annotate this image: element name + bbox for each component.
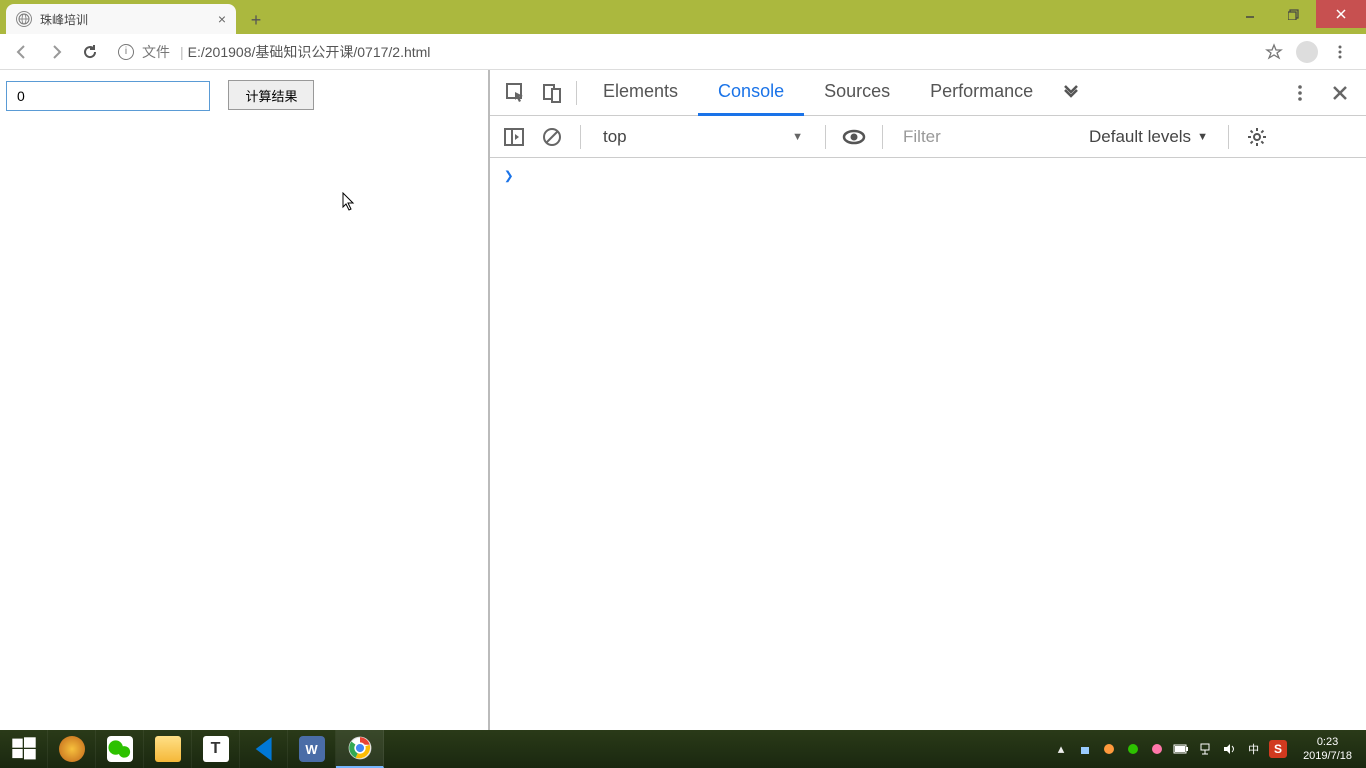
browser-tab-bar: 珠峰培训 × + <box>0 0 1366 34</box>
browser-menu-button[interactable] <box>1326 38 1354 66</box>
log-levels-select[interactable]: Default levels ▼ <box>1081 127 1216 147</box>
taskbar-app-explorer[interactable] <box>144 730 192 768</box>
tab-title: 珠峰培训 <box>40 11 88 28</box>
console-sidebar-toggle[interactable] <box>498 121 530 153</box>
cursor-icon <box>342 192 356 212</box>
tray-network-icon[interactable] <box>1196 740 1214 758</box>
url-label: 文件 <box>142 42 170 62</box>
tray-icon-flower[interactable] <box>1148 740 1166 758</box>
taskbar-app-vscode[interactable] <box>240 730 288 768</box>
clock-date: 2019/7/18 <box>1303 749 1352 763</box>
tab-console[interactable]: Console <box>698 70 804 116</box>
live-expression-button[interactable] <box>838 121 870 153</box>
context-label: top <box>603 127 627 147</box>
window-minimize-button[interactable] <box>1228 0 1272 28</box>
devtools-menu-button[interactable] <box>1282 75 1318 111</box>
window-close-button[interactable] <box>1316 0 1366 28</box>
devtools-close-button[interactable] <box>1322 75 1358 111</box>
context-select[interactable]: top ▼ <box>593 121 813 153</box>
windows-taskbar: T W ▴ 中 S 0:23 2019/7/18 <box>0 730 1366 768</box>
reload-button[interactable] <box>74 36 106 68</box>
chevron-down-icon: ▼ <box>1197 131 1208 143</box>
bookmark-star-button[interactable] <box>1260 38 1288 66</box>
tray-ime-indicator[interactable]: 中 <box>1244 741 1263 757</box>
forward-button[interactable] <box>40 36 72 68</box>
tray-icon-1[interactable] <box>1076 740 1094 758</box>
device-toggle-button[interactable] <box>534 75 570 111</box>
page-content: 计算结果 <box>0 70 490 730</box>
tab-performance[interactable]: Performance <box>910 70 1053 116</box>
taskbar-app-wps[interactable]: W <box>288 730 336 768</box>
clock-time: 0:23 <box>1303 735 1352 749</box>
tab-sources[interactable]: Sources <box>804 70 910 116</box>
tray-volume-icon[interactable] <box>1220 740 1238 758</box>
tab-close-button[interactable]: × <box>218 11 226 27</box>
devtools-panel: Elements Console Sources Performance <box>490 70 1366 730</box>
taskbar-app-text[interactable]: T <box>192 730 240 768</box>
levels-label: Default levels <box>1089 127 1191 147</box>
filter-input[interactable]: Filter <box>895 127 1075 147</box>
tray-battery-icon[interactable] <box>1172 740 1190 758</box>
more-tabs-button[interactable] <box>1053 75 1089 111</box>
start-button[interactable] <box>0 730 48 768</box>
tray-clock[interactable]: 0:23 2019/7/18 <box>1293 735 1362 764</box>
clear-console-button[interactable] <box>536 121 568 153</box>
tray-show-hidden-icon[interactable]: ▴ <box>1052 740 1070 758</box>
profile-avatar-button[interactable] <box>1296 41 1318 63</box>
address-bar: i 文件 | E:/201908/基础知识公开课/0717/2.html <box>0 34 1366 70</box>
inspect-element-button[interactable] <box>498 75 534 111</box>
url-input[interactable]: i 文件 | E:/201908/基础知识公开课/0717/2.html <box>108 38 1258 66</box>
info-icon: i <box>118 44 134 60</box>
url-path: E:/201908/基础知识公开课/0717/2.html <box>188 42 431 62</box>
calculate-button[interactable]: 计算结果 <box>228 80 314 110</box>
tray-icon-wechat[interactable] <box>1124 740 1142 758</box>
tray-icon-qq[interactable] <box>1100 740 1118 758</box>
console-prompt-icon: ❯ <box>504 166 514 185</box>
globe-icon <box>16 11 32 27</box>
tab-elements[interactable]: Elements <box>583 70 698 116</box>
chevron-down-icon: ▼ <box>792 131 803 143</box>
taskbar-app-wechat[interactable] <box>96 730 144 768</box>
tray-sogou-icon[interactable]: S <box>1269 740 1287 758</box>
taskbar-app-1[interactable] <box>48 730 96 768</box>
browser-tab[interactable]: 珠峰培训 × <box>6 4 236 34</box>
number-input[interactable] <box>6 81 210 111</box>
new-tab-button[interactable]: + <box>242 6 270 34</box>
window-maximize-button[interactable] <box>1272 0 1316 28</box>
taskbar-app-chrome[interactable] <box>336 730 384 768</box>
console-settings-button[interactable] <box>1241 121 1273 153</box>
back-button[interactable] <box>6 36 38 68</box>
console-output[interactable]: ❯ <box>490 158 1366 730</box>
